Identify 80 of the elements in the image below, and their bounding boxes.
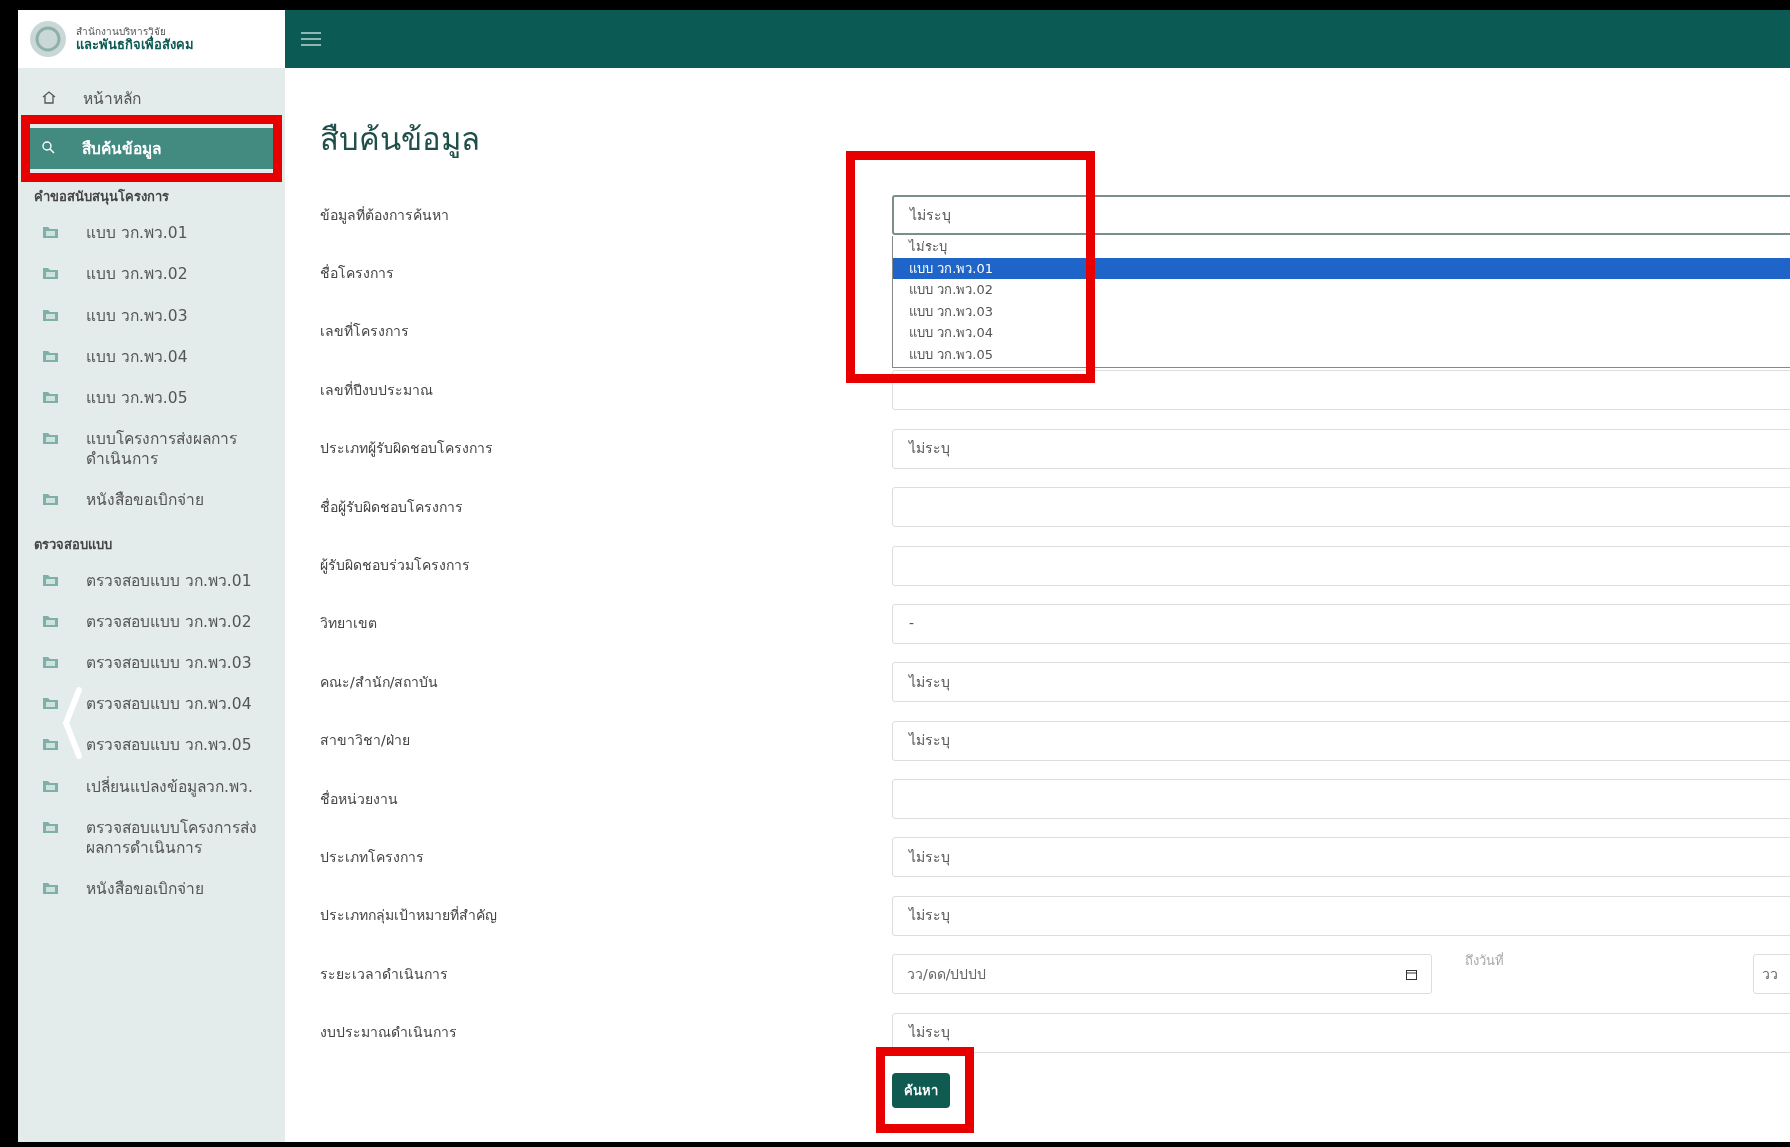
logo-title: และพันธกิจเพื่อสังคม bbox=[76, 36, 194, 53]
sidebar-item[interactable]: ตรวจสอบแบบ วก.พว.05 bbox=[28, 724, 275, 767]
sidebar-item[interactable]: เปลี่ยนแปลงข้อมูลวก.พว. bbox=[28, 766, 275, 808]
field-label: ข้อมูลที่ต้องการค้นหา bbox=[320, 205, 450, 226]
folder-icon bbox=[42, 655, 59, 670]
select-field[interactable]: ไม่ระบุ bbox=[892, 837, 1790, 878]
folder-icon bbox=[42, 348, 59, 363]
field-label: วิทยาเขต bbox=[320, 614, 378, 634]
folder-icon bbox=[42, 881, 59, 896]
sidebar-item[interactable]: แบบโครงการส่งผลการดำเนินการ bbox=[28, 418, 275, 480]
sidebar-item[interactable]: หน้าหลัก bbox=[28, 78, 275, 120]
folder-icon bbox=[42, 307, 59, 322]
folder-icon bbox=[42, 778, 59, 793]
sidebar-heading: คำขอสนับสนุนโครงการ bbox=[33, 188, 170, 207]
folder-icon bbox=[42, 614, 59, 629]
chevron-left-icon[interactable] bbox=[62, 685, 82, 761]
folder-icon bbox=[42, 696, 59, 711]
sidebar-item[interactable]: หนังสือขอเบิกจ่าย bbox=[28, 868, 275, 910]
sidebar-item[interactable]: หนังสือขอเบิกจ่าย bbox=[28, 479, 275, 521]
select-field[interactable]: ไม่ระบุ bbox=[892, 428, 1790, 469]
input-field[interactable] bbox=[892, 487, 1790, 528]
sidebar-item[interactable]: ตรวจสอบแบบโครงการส่งผลการดำเนินการ bbox=[28, 807, 275, 869]
field-label: ประเภทโครงการ bbox=[320, 848, 425, 867]
sidebar-item[interactable]: แบบ วก.พว.01 bbox=[28, 212, 275, 254]
field-label: ถึงวันที่ bbox=[1465, 951, 1505, 971]
sidebar-item[interactable]: แบบ วก.พว.05 bbox=[28, 377, 275, 419]
dropdown-option[interactable]: แบบ วก.พว.04 bbox=[893, 322, 1790, 344]
sidebar-item[interactable]: ตรวจสอบแบบ วก.พว.02 bbox=[28, 601, 275, 643]
field-label: เลขที่โครงการ bbox=[320, 321, 410, 342]
search-icon bbox=[42, 140, 55, 154]
dropdown-option[interactable]: ไม่ระบุ bbox=[893, 236, 1790, 258]
folder-icon bbox=[42, 431, 59, 445]
field-label: ประเภทผู้รับผิดชอบโครงการ bbox=[320, 439, 494, 459]
dropdown-option[interactable]: แบบ วก.พว.03 bbox=[893, 300, 1790, 322]
field-label: คณะ/สำนัก/สถาบัน bbox=[320, 672, 440, 692]
page-title: สืบค้นข้อมูล bbox=[320, 121, 481, 158]
calendar-icon[interactable] bbox=[1406, 968, 1417, 980]
select-field[interactable]: ไม่ระบุ bbox=[892, 720, 1790, 761]
date-placeholder: วว/ดด/ปปปป bbox=[907, 964, 987, 984]
search-button[interactable]: ค้นหา bbox=[892, 1072, 950, 1109]
sidebar-item[interactable]: แบบ วก.พว.02 bbox=[28, 253, 275, 296]
select-field[interactable]: ไม่ระบุ bbox=[892, 1012, 1790, 1053]
menu-icon[interactable] bbox=[301, 32, 321, 46]
input-field[interactable] bbox=[892, 779, 1790, 820]
sidebar-item[interactable]: ตรวจสอบแบบ วก.พว.01 bbox=[28, 560, 275, 602]
select-field[interactable]: ไม่ระบุ bbox=[892, 662, 1790, 703]
folder-icon bbox=[42, 266, 59, 281]
field-label: สาขาวิชา/ฝ่าย bbox=[320, 731, 411, 751]
input-field[interactable] bbox=[892, 370, 1790, 411]
field-label: ชื่อหน่วยงาน bbox=[320, 789, 399, 809]
sidebar-item[interactable]: แบบ วก.พว.03 bbox=[28, 295, 275, 337]
field-label: ชื่อผู้รับผิดชอบโครงการ bbox=[320, 497, 464, 518]
field-label: งบประมาณดำเนินการ bbox=[320, 1023, 458, 1043]
input-field[interactable] bbox=[892, 545, 1790, 586]
date-field[interactable]: วว bbox=[1753, 954, 1790, 995]
folder-icon bbox=[42, 225, 59, 240]
sidebar-item[interactable]: สืบค้นข้อมูล bbox=[28, 128, 275, 170]
folder-icon bbox=[42, 389, 59, 404]
select-field[interactable]: ไม่ระบุ bbox=[892, 195, 1790, 236]
dropdown-option[interactable]: แบบ วก.พว.05 bbox=[893, 343, 1790, 365]
field-label: ผู้รับผิดชอบร่วมโครงการ bbox=[320, 556, 471, 576]
sidebar-item[interactable]: ตรวจสอบแบบ วก.พว.03 bbox=[28, 642, 275, 684]
select-field[interactable]: - bbox=[892, 603, 1790, 644]
date-field[interactable]: วว/ดด/ปปปป bbox=[892, 954, 1432, 995]
field-label: ประเภทกลุ่มเป้าหมายที่สำคัญ bbox=[320, 905, 498, 926]
dropdown-option[interactable]: แบบ วก.พว.01 bbox=[893, 257, 1790, 279]
sidebar-heading: ตรวจสอบแบบ bbox=[33, 535, 113, 554]
sidebar-item[interactable]: ตรวจสอบแบบ วก.พว.04 bbox=[28, 683, 275, 725]
folder-icon bbox=[42, 737, 59, 752]
field-label: ชื่อโครงการ bbox=[320, 263, 395, 284]
sidebar-item[interactable]: แบบ วก.พว.04 bbox=[28, 336, 275, 378]
seal-logo-icon bbox=[28, 19, 68, 59]
folder-icon bbox=[42, 819, 59, 834]
field-label: ระยะเวลาดำเนินการ bbox=[320, 964, 449, 984]
dropdown-option[interactable]: แบบ วก.พว.02 bbox=[893, 279, 1790, 301]
folder-icon bbox=[42, 492, 59, 507]
select-field[interactable]: ไม่ระบุ bbox=[892, 895, 1790, 936]
field-label: เลขที่ปีงบประมาณ bbox=[320, 380, 434, 400]
folder-icon bbox=[42, 572, 59, 587]
home-icon bbox=[42, 90, 56, 104]
